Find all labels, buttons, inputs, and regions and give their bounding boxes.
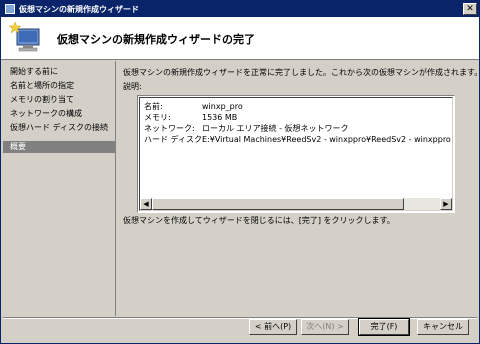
step-before-you-begin[interactable]: 開始する前に bbox=[3, 66, 115, 78]
back-button[interactable]: < 前へ(P) bbox=[249, 319, 297, 335]
main-content: 仮想マシンの新規作成ウィザードを正常に完了しました。これから次の仮想マシンが作成… bbox=[121, 61, 480, 316]
summary-listbox[interactable]: 名前: winxp_pro メモリ: 1536 MB ネットワーク: ローカル … bbox=[137, 95, 455, 213]
horizontal-scrollbar[interactable]: ◀ ▶ bbox=[140, 198, 452, 210]
wizard-window: 仮想マシンの新規作成ウィザード ✕ 仮想マシンの新規作成ウィザードの完了 開始す… bbox=[0, 0, 480, 344]
wizard-steps: 開始する前に 名前と場所の指定 メモリの割り当て ネットワークの構成 仮想ハード… bbox=[3, 61, 116, 316]
step-virtual-hard-disk[interactable]: 仮想ハード ディスクの接続 bbox=[3, 122, 115, 134]
summary-label: メモリ: bbox=[144, 113, 171, 122]
summary-value: winxp_pro bbox=[202, 102, 243, 111]
description-label: 説明: bbox=[123, 82, 142, 91]
step-memory[interactable]: メモリの割り当て bbox=[3, 94, 115, 106]
app-icon bbox=[5, 4, 15, 14]
step-summary[interactable]: 概要 bbox=[3, 141, 115, 153]
step-networking[interactable]: ネットワークの構成 bbox=[3, 108, 115, 120]
summary-value: 1536 MB bbox=[202, 113, 238, 122]
wizard-header: 仮想マシンの新規作成ウィザードの完了 bbox=[1, 17, 479, 60]
next-button[interactable]: 次へ(N) > bbox=[301, 319, 349, 335]
close-button[interactable]: ✕ bbox=[463, 3, 477, 15]
summary-value: ローカル エリア接続 - 仮想ネットワーク bbox=[202, 124, 349, 133]
scroll-left-icon[interactable]: ◀ bbox=[140, 198, 152, 210]
finish-instruction: 仮想マシンを作成してウィザードを閉じるには、[完了] をクリックします。 bbox=[123, 216, 395, 225]
summary-label: ネットワーク: bbox=[144, 124, 195, 133]
finish-button[interactable]: 完了(F) bbox=[358, 318, 410, 336]
window-title: 仮想マシンの新規作成ウィザード bbox=[19, 5, 139, 14]
intro-text: 仮想マシンの新規作成ウィザードを正常に完了しました。これから次の仮想マシンが作成… bbox=[123, 68, 480, 77]
step-name-location[interactable]: 名前と場所の指定 bbox=[3, 80, 115, 92]
scroll-thumb[interactable] bbox=[152, 198, 404, 210]
scroll-right-icon[interactable]: ▶ bbox=[440, 198, 452, 210]
title-bar[interactable]: 仮想マシンの新規作成ウィザード ✕ bbox=[1, 1, 479, 17]
page-heading: 仮想マシンの新規作成ウィザードの完了 bbox=[57, 33, 255, 46]
summary-label: 名前: bbox=[144, 102, 163, 111]
wizard-computer-icon bbox=[9, 21, 40, 52]
summary-label: ハード ディスク: bbox=[144, 135, 205, 144]
cancel-button[interactable]: キャンセル bbox=[417, 319, 469, 335]
summary-value: E:¥Virtual Machines¥ReedSv2 - winxppro¥R… bbox=[202, 135, 453, 144]
